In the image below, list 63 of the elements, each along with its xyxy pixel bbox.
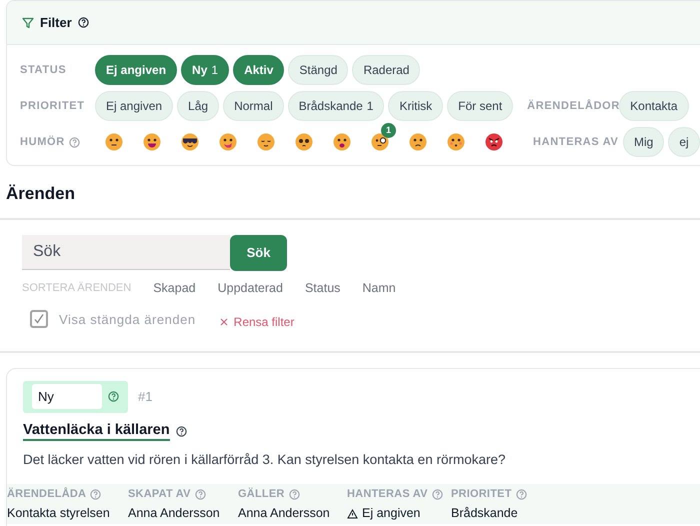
checkbox[interactable] (30, 310, 48, 328)
field-label: HANTERAS AV (347, 486, 428, 502)
filter-chip[interactable]: Ej angiven (95, 55, 178, 85)
clear-filter-button[interactable]: Rensa filter (220, 313, 294, 332)
help-icon[interactable] (176, 426, 187, 436)
field-label: GÄLLER (238, 486, 285, 502)
sort-option[interactable]: Namn (362, 278, 396, 298)
filter-icon (22, 16, 34, 28)
page-heading: Ärenden (5, 183, 76, 205)
mood-emoji-icon[interactable] (257, 133, 275, 151)
search-button[interactable]: Sök (230, 234, 287, 270)
filter-chip[interactable]: Raderad (352, 55, 420, 85)
mood-emoji-icon[interactable] (371, 133, 389, 151)
mood-emoji-icon[interactable] (485, 133, 503, 151)
warning-icon (347, 508, 358, 519)
sort-label: SORTERA ÄRENDEN (22, 280, 132, 296)
filter-label: STATUS (20, 62, 66, 78)
filter-chip[interactable]: Låg (177, 91, 220, 121)
filter-label: ÄRENDELÅDOR (527, 98, 620, 114)
count-badge: 1 (381, 123, 396, 138)
mood-emoji-icon[interactable] (409, 133, 427, 151)
filter-chip[interactable]: Ny 1 (181, 55, 230, 85)
filter-chip[interactable]: Stängd (288, 55, 348, 85)
filter-chip[interactable]: För sent (447, 91, 514, 121)
mood-emoji-icon[interactable] (447, 133, 465, 151)
filter-title: Filter (40, 14, 72, 32)
filter-chip[interactable]: Ej angiven (95, 91, 174, 121)
filter-chip[interactable]: Mig (623, 127, 664, 157)
filter-chip[interactable]: Kritisk (388, 91, 444, 121)
status-select[interactable]: Ny (23, 380, 128, 412)
filter-chip[interactable]: Aktiv (233, 55, 284, 85)
ticket-title-link[interactable]: Vattenläcka i källaren (23, 422, 170, 440)
field-value: Anna Andersson (128, 505, 220, 522)
field-label: ÄRENDELÅDA (7, 486, 86, 502)
field-value: Anna Andersson (238, 505, 330, 522)
mood-emoji-icon[interactable] (143, 133, 161, 151)
mood-emoji-icon[interactable] (105, 133, 123, 151)
sort-option[interactable]: Skapad (153, 278, 196, 298)
mood-emoji-icon[interactable] (219, 133, 237, 151)
field-label: PRIORITET (451, 486, 512, 502)
filter-label: HANTERAS AV (533, 134, 618, 150)
filter-chip[interactable]: Kontakta (619, 91, 689, 121)
filter-chip[interactable]: Brådskande 1 (288, 91, 384, 121)
filter-label: PRIORITET (20, 98, 85, 114)
sort-option[interactable]: Status (304, 278, 340, 298)
help-icon[interactable] (78, 17, 89, 28)
field-value: Brådskande (451, 505, 518, 522)
filter-chip[interactable]: ej (668, 127, 700, 157)
field-value: Kontakta styrelsen (7, 505, 110, 522)
close-icon (220, 318, 228, 326)
ticket-number: #1 (138, 388, 152, 406)
filter-label: HUMÖR (20, 134, 65, 150)
field-value: Ej angiven (362, 505, 420, 522)
mood-emoji-icon[interactable] (333, 133, 351, 151)
sort-option[interactable]: Uppdaterad (218, 278, 283, 298)
search-field[interactable]: Sök (22, 234, 230, 270)
mood-emoji-icon[interactable] (295, 133, 313, 151)
field-label: SKAPAT AV (128, 486, 191, 502)
ticket-description: Det läcker vatten vid rören i källarförråd 3. Kan styrelsen kontakta en rörmokare? (22, 450, 506, 469)
mood-emoji-icon[interactable] (181, 133, 199, 151)
filter-chip[interactable]: Normal (223, 91, 284, 121)
check-icon (33, 313, 45, 326)
checkbox-label: Visa stängda ärenden (59, 310, 196, 329)
